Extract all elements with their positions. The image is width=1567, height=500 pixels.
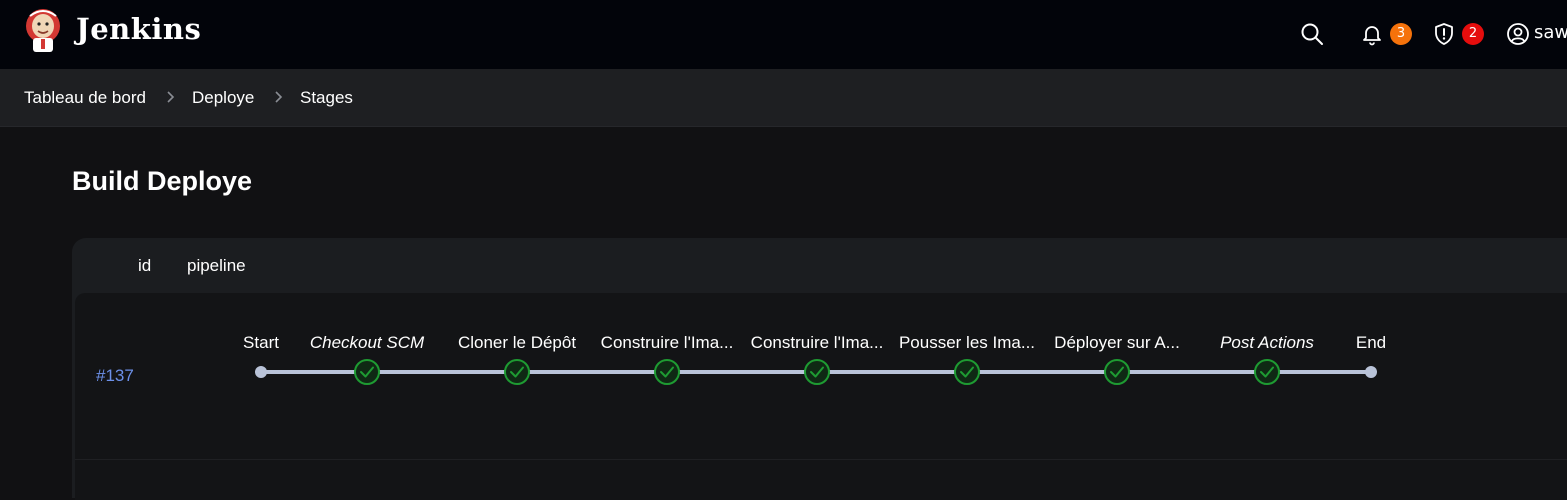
user-icon bbox=[1507, 23, 1529, 45]
notifications-count-badge: 3 bbox=[1390, 23, 1412, 45]
brand-name[interactable]: Jenkins bbox=[76, 12, 201, 46]
security-button[interactable]: 2 bbox=[1432, 22, 1488, 46]
notifications-button[interactable]: 3 bbox=[1360, 22, 1416, 46]
start-node bbox=[255, 366, 267, 378]
stage-success-node[interactable] bbox=[654, 359, 680, 385]
stage-success-node[interactable] bbox=[804, 359, 830, 385]
search-button[interactable] bbox=[1300, 22, 1324, 46]
breadcrumb-item-dashboard[interactable]: Tableau de bord bbox=[24, 88, 146, 108]
success-status-icon bbox=[654, 359, 680, 385]
success-status-icon bbox=[1104, 359, 1130, 385]
shield-warning-icon bbox=[1435, 23, 1453, 45]
page-title: Build Deploye bbox=[72, 166, 253, 196]
table-row bbox=[75, 460, 1567, 500]
breadcrumb-item-job[interactable]: Deploye bbox=[192, 88, 254, 108]
security-count-badge: 2 bbox=[1462, 23, 1484, 45]
search-icon bbox=[1301, 23, 1323, 45]
success-status-icon bbox=[354, 359, 380, 385]
stage-success-node[interactable] bbox=[954, 359, 980, 385]
top-header: Jenkins 3 2 saw bbox=[0, 0, 1567, 69]
success-status-icon bbox=[804, 359, 830, 385]
stage-success-node[interactable] bbox=[1104, 359, 1130, 385]
stage-success-node[interactable] bbox=[504, 359, 530, 385]
column-header-id: id bbox=[138, 256, 152, 275]
end-node bbox=[1365, 366, 1377, 378]
stages-table: id pipeline #137 Start Checkout SCM Cloner… bbox=[72, 238, 1567, 500]
breadcrumb: Tableau de bord Deploye Stages bbox=[0, 69, 1567, 127]
table-row: #137 Start Checkout SCM Cloner le Dépôt Con… bbox=[75, 293, 1567, 460]
user-name: saw bbox=[1534, 22, 1567, 43]
column-header-pipeline: pipeline bbox=[187, 256, 246, 275]
success-status-icon bbox=[954, 359, 980, 385]
user-menu-button[interactable]: saw bbox=[1506, 22, 1567, 46]
chevron-right-icon bbox=[275, 91, 283, 103]
stage-success-node[interactable] bbox=[1254, 359, 1280, 385]
stage-success-node[interactable] bbox=[354, 359, 380, 385]
pipeline-graph bbox=[255, 359, 1377, 385]
success-status-icon bbox=[1254, 359, 1280, 385]
chevron-right-icon bbox=[167, 91, 175, 103]
bell-icon bbox=[1363, 26, 1381, 46]
jenkins-logo-icon[interactable] bbox=[24, 8, 62, 54]
breadcrumb-item-stages[interactable]: Stages bbox=[300, 88, 353, 108]
success-status-icon bbox=[504, 359, 530, 385]
